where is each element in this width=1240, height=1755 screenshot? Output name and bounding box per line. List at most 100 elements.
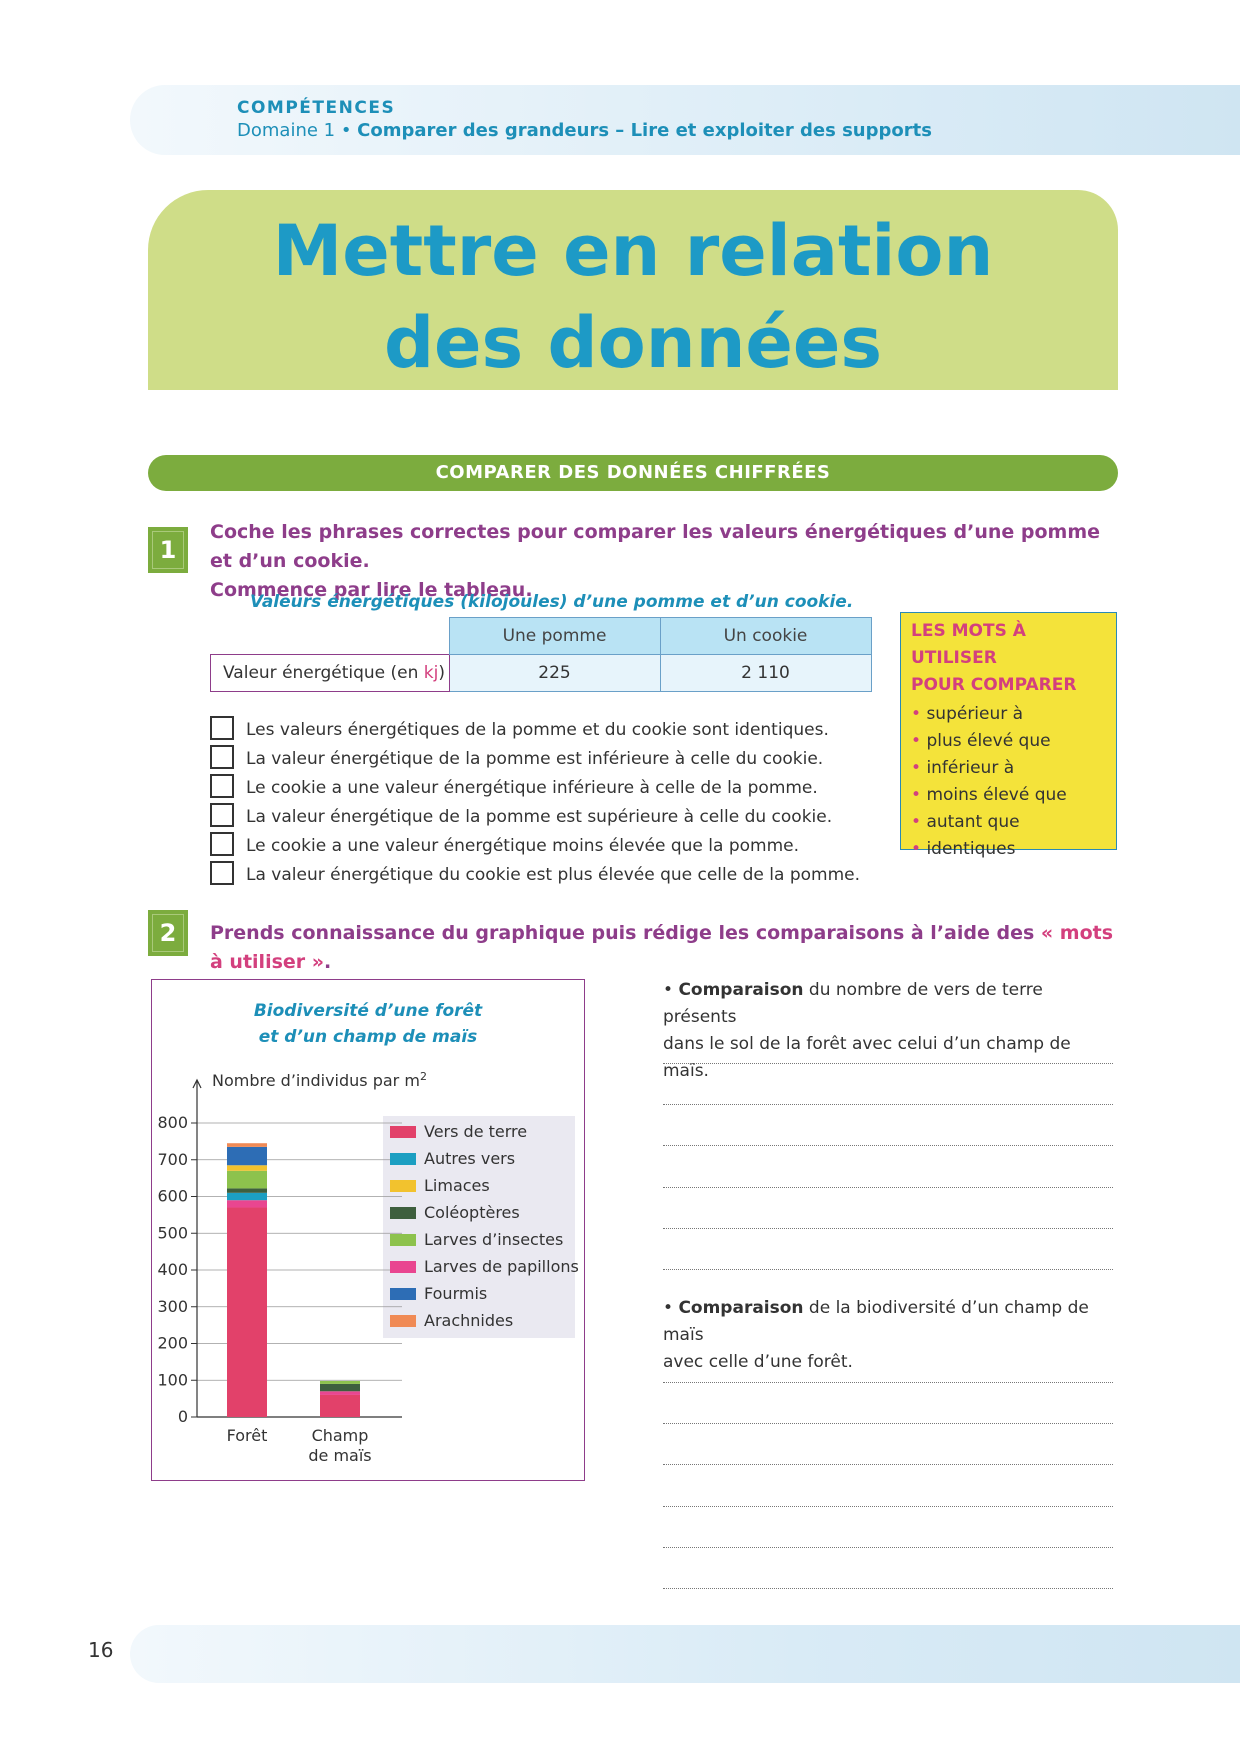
answer-line[interactable]	[663, 1228, 1113, 1230]
bar-segment	[227, 1165, 267, 1171]
comparison-2-prompt: • Comparaison de la biodiversité d’un ch…	[663, 1298, 1089, 1372]
question-number-2: 2	[148, 910, 188, 956]
option-3-label: Le cookie a une valeur énergétique infér…	[246, 778, 818, 798]
word-item: • identiques	[911, 839, 1016, 859]
bar-segment	[227, 1188, 267, 1193]
words-list: • supérieur à • plus élevé que • inférie…	[901, 699, 1116, 865]
answer-line[interactable]	[663, 1423, 1113, 1425]
answer-line[interactable]	[663, 1145, 1113, 1147]
option-4: La valeur énergétique de la pomme est su…	[210, 803, 832, 831]
bar-segment	[320, 1380, 360, 1384]
legend-label: Coléoptères	[424, 1203, 520, 1222]
legend-label: Larves d’insectes	[424, 1230, 563, 1249]
word-item: • supérieur à	[911, 704, 1024, 724]
bar-segment	[227, 1143, 267, 1147]
y-axis-label: Nombre d’individus par m2	[212, 1070, 427, 1090]
y-tick-label: 500	[157, 1223, 188, 1242]
legend-label: Limaces	[424, 1176, 490, 1195]
row-label-unit: kj	[423, 663, 439, 683]
row-label-close: )	[438, 663, 446, 683]
option-4-label: La valeur énergétique de la pomme est su…	[246, 807, 833, 827]
bar-segment	[227, 1170, 267, 1189]
legend-swatch	[390, 1315, 416, 1327]
bar-segment	[227, 1192, 267, 1201]
checkbox-4[interactable]	[210, 803, 234, 827]
table-header-row: Une pomme Un cookie	[211, 617, 872, 655]
option-5: Le cookie a une valeur énergétique moins…	[210, 832, 799, 860]
checkbox-1[interactable]	[210, 716, 234, 740]
checkbox-2[interactable]	[210, 745, 234, 769]
domain-label: Domaine 1 •	[237, 120, 358, 141]
y-tick-label: 800	[157, 1113, 188, 1132]
answer-line[interactable]	[663, 1063, 1113, 1065]
legend-swatch	[390, 1207, 416, 1219]
legend-label: Larves de papillons	[424, 1257, 579, 1276]
competences-label: COMPÉTENCES	[237, 98, 396, 118]
legend-swatch	[390, 1234, 416, 1246]
bar-segment	[227, 1146, 267, 1166]
table-header-apple: Une pomme	[448, 617, 661, 655]
x-category-label: Forêt	[227, 1426, 268, 1445]
word-item: • plus élevé que	[911, 731, 1051, 751]
checkbox-3[interactable]	[210, 774, 234, 798]
table-row: Valeur énergétique (en kj) 225 2 110	[210, 654, 872, 692]
domain-skills: Comparer des grandeurs – Lire et exploit…	[357, 120, 932, 141]
legend-swatch	[390, 1153, 416, 1165]
word-item: • inférieur à	[911, 758, 1015, 778]
y-tick-label: 100	[157, 1370, 188, 1389]
table-title: Valeurs énergétiques (kilojoules) d’une …	[250, 592, 854, 612]
words-title-line2: POUR COMPARER	[911, 675, 1077, 695]
words-box-title: LES MOTS À UTILISER POUR COMPARER	[901, 613, 1116, 699]
footer-band	[130, 1625, 1240, 1683]
option-2: La valeur énergétique de la pomme est in…	[210, 745, 823, 773]
answer-line[interactable]	[663, 1506, 1113, 1508]
table-value-cookie: 2 110	[659, 654, 872, 692]
y-axis-label-superscript: 2	[420, 1070, 427, 1083]
answer-line[interactable]	[663, 1588, 1113, 1590]
option-3: Le cookie a une valeur énergétique infér…	[210, 774, 818, 802]
answer-line[interactable]	[663, 1269, 1113, 1271]
y-tick-label: 400	[157, 1260, 188, 1279]
option-1-label: Les valeurs énergétiques de la pomme et …	[246, 720, 829, 740]
section-bar: COMPARER DES DONNÉES CHIFFRÉES	[148, 455, 1118, 491]
option-6-label: La valeur énergétique du cookie est plus…	[246, 865, 860, 885]
answer-line[interactable]	[663, 1382, 1113, 1384]
option-5-label: Le cookie a une valeur énergétique moins…	[246, 836, 800, 856]
x-category-label: Champ	[312, 1426, 369, 1445]
table-empty-cell	[211, 618, 450, 655]
legend-label: Autres vers	[424, 1149, 515, 1168]
option-6: La valeur énergétique du cookie est plus…	[210, 861, 860, 889]
bar-segment	[320, 1383, 360, 1392]
legend-swatch	[390, 1261, 416, 1273]
y-tick-label: 700	[157, 1150, 188, 1169]
word-item: • moins élevé que	[911, 785, 1067, 805]
checkbox-6[interactable]	[210, 861, 234, 885]
answer-line[interactable]	[663, 1104, 1113, 1106]
checkbox-5[interactable]	[210, 832, 234, 856]
comparison-1-bold: Comparaison	[678, 980, 804, 1000]
y-tick-label: 600	[157, 1187, 188, 1206]
legend-swatch	[390, 1180, 416, 1192]
words-to-use-box: LES MOTS À UTILISER POUR COMPARER • supé…	[900, 612, 1117, 859]
legend-swatch	[390, 1126, 416, 1138]
bar-segment	[227, 1207, 267, 1417]
legend-label: Fourmis	[424, 1284, 487, 1303]
question-1-line1: Coche les phrases correctes pour compare…	[210, 521, 1101, 572]
legend-label: Vers de terre	[424, 1122, 527, 1141]
energy-table: Une pomme Un cookie Valeur énergétique (…	[210, 617, 872, 692]
page-title-line2: des données	[383, 302, 883, 384]
table-value-apple: 225	[448, 654, 661, 692]
x-category-label: de maïs	[308, 1446, 371, 1465]
words-title-line1: LES MOTS À UTILISER	[911, 621, 1026, 668]
domain-line: Domaine 1 • Comparer des grandeurs – Lir…	[237, 120, 932, 141]
answer-line[interactable]	[663, 1187, 1113, 1189]
page-number: 16	[88, 1638, 114, 1662]
answer-line[interactable]	[663, 1547, 1113, 1549]
answer-line[interactable]	[663, 1464, 1113, 1466]
table-header-cookie: Un cookie	[659, 617, 872, 655]
y-tick-label: 200	[157, 1334, 188, 1353]
y-tick-label: 300	[157, 1297, 188, 1316]
page-title-line1: Mettre en relation	[272, 210, 994, 292]
option-2-label: La valeur énergétique de la pomme est in…	[246, 749, 824, 769]
comparison-2-bold: Comparaison	[678, 1298, 804, 1318]
